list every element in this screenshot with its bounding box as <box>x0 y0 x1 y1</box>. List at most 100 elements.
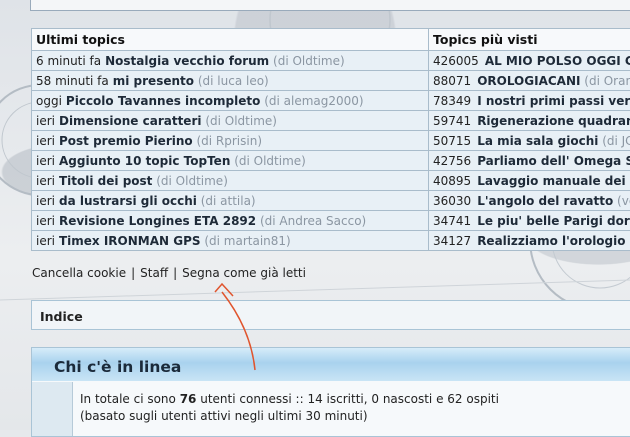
most-viewed-cell: 59741 Rigenerazione quadranti <box>429 111 630 131</box>
topic-title-link[interactable]: da lustrarsi gli occhi <box>59 194 197 208</box>
most-viewed-cell: 40895 Lavaggio manuale dei mo <box>429 171 630 191</box>
topic-views: 40895 <box>433 174 471 188</box>
latest-topic-cell: ieriPost premio Pierino (di Rprisin) <box>32 131 429 151</box>
topic-author[interactable]: (ver <box>617 194 630 208</box>
latest-topic-cell: 6 minuti fa Nostalgia vecchio forum (di O… <box>32 51 429 71</box>
latest-topic-cell: ieri Dimensione caratteri (di Oldtime) <box>32 111 429 131</box>
topic-author[interactable]: (di JCH) <box>602 134 630 148</box>
topic-title-link[interactable]: mi presento <box>113 74 194 88</box>
table-row: 58 minuti fa mi presento (di luca leo) 880… <box>32 71 630 91</box>
topic-author[interactable]: (di Oldtime) <box>156 174 228 188</box>
topic-title-link[interactable]: Piccolo Tavannes incompleto <box>66 94 260 108</box>
topic-title-link[interactable]: Titoli dei post <box>59 174 152 188</box>
online-prefix: In totale ci sono <box>80 392 180 406</box>
who-is-online-panel: Chi c'è in linea In totale ci sono 76 ut… <box>31 347 630 437</box>
topic-time: ieri <box>36 174 55 188</box>
table-row: ieriPost premio Pierino (di Rprisin)5071… <box>32 131 630 151</box>
most-viewed-header: Topics più visti <box>429 29 630 51</box>
topic-time: 6 minuti fa <box>36 54 101 68</box>
table-row: ieri Aggiunto 10 topic TopTen (di Oldtime… <box>32 151 630 171</box>
link-separator: | <box>173 266 177 280</box>
topic-author[interactable]: (di martain81) <box>204 234 290 248</box>
topic-author[interactable]: (di Orantis) <box>584 74 630 88</box>
topic-title-link[interactable]: La mia sala giochi <box>477 134 598 148</box>
who-is-online-title: Chi c'è in linea <box>54 358 181 376</box>
online-icon-column <box>32 382 73 436</box>
most-viewed-cell: 50715 La mia sala giochi (di JCH) <box>429 131 630 151</box>
topic-time: ieri <box>36 214 55 228</box>
topic-author[interactable]: (di Oldtime) <box>205 114 277 128</box>
online-suffix: utenti connessi :: 14 iscritti, 0 nascos… <box>196 392 499 406</box>
topic-author[interactable]: (di attila) <box>201 194 256 208</box>
index-bar[interactable]: Indice <box>31 300 630 330</box>
topic-title-link[interactable]: OROLOGIACANI <box>477 74 580 88</box>
top-panel-edge <box>30 0 630 11</box>
table-row: ieri Timex IRONMAN GPS (di martain81) 3412… <box>32 231 630 251</box>
topic-title-link[interactable]: I nostri primi passi verso <box>477 94 630 108</box>
latest-topic-cell: ieri Revisione Longines ETA 2892 (di Andr… <box>32 211 429 231</box>
topic-time: ieri <box>36 154 55 168</box>
most-viewed-cell: 78349 I nostri primi passi verso <box>429 91 630 111</box>
topic-author[interactable]: (di Andrea Sacco) <box>260 214 366 228</box>
topic-views: 36030 <box>433 194 471 208</box>
topic-time: ieri <box>36 114 55 128</box>
most-viewed-cell: 88071 OROLOGIACANI (di Orantis) <box>429 71 630 91</box>
topic-time: ieri <box>36 194 55 208</box>
online-note: (basato sugli utenti attivi negli ultimi… <box>80 408 499 425</box>
latest-topic-cell: ieri da lustrarsi gli occhi (di attila) <box>32 191 429 211</box>
mark-all-read-link[interactable]: Segna come già letti <box>182 266 306 280</box>
topic-title-link[interactable]: Parliamo dell' Omega Spe <box>477 154 630 168</box>
topic-time: ieri <box>36 234 55 248</box>
topic-title-link[interactable]: Post premio Pierino <box>59 134 193 148</box>
latest-topics-header: Ultimi topics <box>32 29 429 51</box>
topic-title-link[interactable]: Revisione Longines ETA 2892 <box>59 214 256 228</box>
table-row: ieri Dimensione caratteri (di Oldtime) 597… <box>32 111 630 131</box>
table-row: ieri da lustrarsi gli occhi (di attila) 36… <box>32 191 630 211</box>
topic-title-link[interactable]: Realizziamo l'orologio di <box>477 234 630 248</box>
topic-title-link[interactable]: Nostalgia vecchio forum <box>105 54 269 68</box>
most-viewed-cell: 42756 Parliamo dell' Omega Spe <box>429 151 630 171</box>
topics-header-row: Ultimi topics Topics più visti <box>32 29 630 51</box>
topic-time: oggi <box>36 94 62 108</box>
topic-title-link[interactable]: Le piu' belle Parigi dorate <box>477 214 630 228</box>
latest-topic-cell: ieri Titoli dei post (di Oldtime) <box>32 171 429 191</box>
topic-views: 50715 <box>433 134 471 148</box>
topic-title-link[interactable]: Dimensione caratteri <box>59 114 202 128</box>
latest-topic-cell: ieri Aggiunto 10 topic TopTen (di Oldtime… <box>32 151 429 171</box>
topic-views: 34127 <box>433 234 471 248</box>
latest-topic-cell: 58 minuti fa mi presento (di luca leo) <box>32 71 429 91</box>
topic-author[interactable]: (di luca leo) <box>198 74 269 88</box>
topic-title-link[interactable]: Aggiunto 10 topic TopTen <box>59 154 230 168</box>
topic-views: 34741 <box>433 214 471 228</box>
most-viewed-cell: 34127 Realizziamo l'orologio di <box>429 231 630 251</box>
topic-views: 78349 <box>433 94 471 108</box>
table-row: oggi Piccolo Tavannes incompleto (di alem… <box>32 91 630 111</box>
topics-table: Ultimi topics Topics più visti 6 minuti … <box>31 28 630 251</box>
topic-author[interactable]: (di Rprisin) <box>196 134 262 148</box>
topic-views: 59741 <box>433 114 471 128</box>
topic-author[interactable]: (di Oldtime) <box>273 54 345 68</box>
table-row: ieri Titoli dei post (di Oldtime) 40895 Lav… <box>32 171 630 191</box>
staff-link[interactable]: Staff <box>140 266 168 280</box>
topic-author[interactable]: (di Oldtime) <box>234 154 306 168</box>
latest-topic-cell: oggi Piccolo Tavannes incompleto (di alem… <box>32 91 429 111</box>
topic-author[interactable]: (di alemag2000) <box>264 94 363 108</box>
topic-views: 88071 <box>433 74 471 88</box>
latest-topic-cell: ieri Timex IRONMAN GPS (di martain81) <box>32 231 429 251</box>
topic-views: 42756 <box>433 154 471 168</box>
topic-title-link[interactable]: AL MIO POLSO OGGI C'E' <box>485 54 630 68</box>
topic-title-link[interactable]: Timex IRONMAN GPS <box>59 234 201 248</box>
topic-title-link[interactable]: Rigenerazione quadranti <box>477 114 630 128</box>
most-viewed-cell: 36030 L'angolo del ravatto (ver <box>429 191 630 211</box>
online-total-line: In totale ci sono 76 utenti connessi :: … <box>80 391 499 408</box>
link-separator: | <box>131 266 135 280</box>
topic-title-link[interactable]: L'angolo del ravatto <box>477 194 613 208</box>
online-count: 76 <box>180 392 197 406</box>
delete-cookies-link[interactable]: Cancella cookie <box>32 266 126 280</box>
topic-title-link[interactable]: Lavaggio manuale dei mo <box>477 174 630 188</box>
most-viewed-cell: 34741 Le piu' belle Parigi dorate <box>429 211 630 231</box>
table-row: ieri Revisione Longines ETA 2892 (di Andr… <box>32 211 630 231</box>
topic-time: 58 minuti fa <box>36 74 109 88</box>
footer-links: Cancella cookie | Staff | Segna come già let… <box>32 266 306 280</box>
index-link[interactable]: Indice <box>40 309 83 324</box>
